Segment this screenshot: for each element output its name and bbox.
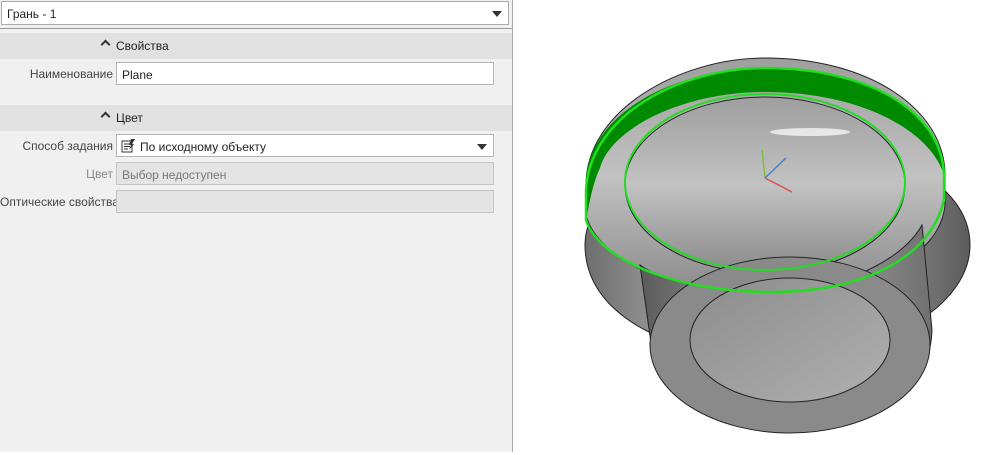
row-optical: Оптические свойства (0, 188, 512, 216)
inner-ring-top[interactable] (624, 96, 906, 274)
source-object-icon (121, 139, 135, 153)
object-selector[interactable]: Грань - 1 (1, 1, 509, 25)
color-field-value: Выбор недоступен (122, 168, 227, 182)
optical-label: Оптические свойства (0, 195, 119, 209)
method-select[interactable]: По исходному объекту (116, 134, 494, 157)
3d-viewport[interactable] (514, 0, 984, 452)
specular-highlight (770, 128, 850, 136)
bore-hole[interactable] (689, 277, 891, 403)
method-label: Способ задания (22, 139, 113, 153)
name-input-value: Plane (122, 68, 153, 82)
name-input[interactable]: Plane (116, 62, 494, 85)
section-color-header[interactable]: Цвет (0, 105, 512, 131)
section-properties-header[interactable]: Свойства (0, 33, 512, 59)
3d-model[interactable] (514, 0, 984, 452)
method-select-value: По исходному объекту (140, 140, 266, 154)
divider (0, 28, 512, 29)
row-color: Цвет Выбор недоступен (0, 160, 512, 188)
collapse-caret-icon[interactable] (100, 39, 111, 50)
property-panel: Грань - 1 Свойства Наименование Plane Цв… (0, 0, 513, 452)
section-properties-title: Свойства (116, 39, 169, 53)
object-selector-value: Грань - 1 (7, 7, 57, 21)
row-name: Наименование Plane (0, 60, 512, 88)
name-label: Наименование (29, 67, 113, 81)
color-field: Выбор недоступен (116, 162, 494, 185)
chevron-down-icon[interactable] (477, 144, 487, 150)
section-color-title: Цвет (116, 111, 143, 125)
chevron-down-icon[interactable] (492, 11, 502, 17)
color-label: Цвет (86, 167, 113, 181)
collapse-caret-icon[interactable] (100, 111, 111, 122)
optical-field (116, 190, 494, 213)
row-method: Способ задания По исходному объекту (0, 132, 512, 160)
